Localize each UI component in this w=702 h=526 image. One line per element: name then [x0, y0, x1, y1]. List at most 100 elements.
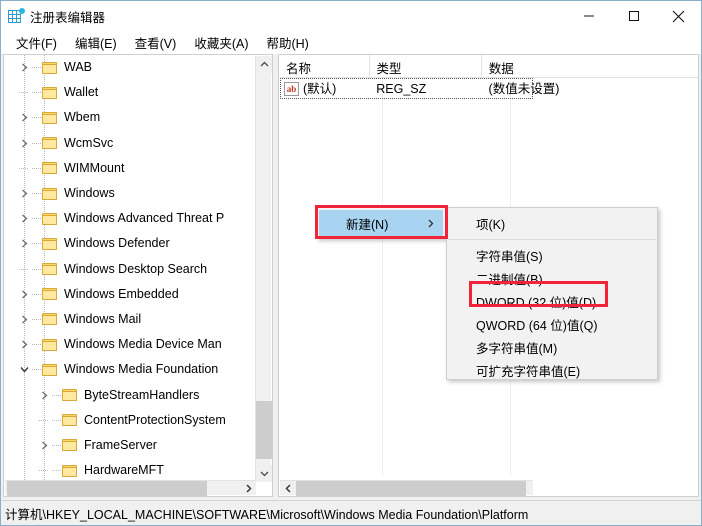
tree-horizontal-scrollbar[interactable] — [5, 480, 256, 496]
registry-editor-window: 注册表编辑器 文件(F) 编辑(E) 查看(V) 收藏夹(A) 帮助(H) WA… — [0, 0, 702, 526]
registry-tree-list[interactable]: WAB Wallet Wbem WcmSvc WIMMount Windows Window… — [4, 55, 256, 483]
tree-item-contentprotectionsystem[interactable]: ContentProtectionSystem — [4, 408, 256, 433]
scroll-down-arrow[interactable] — [256, 465, 272, 482]
menu-item-help[interactable]: 帮助(H) — [257, 31, 317, 55]
tree-item-wcmsvc[interactable]: WcmSvc — [4, 131, 256, 156]
chevron-right-icon[interactable] — [16, 286, 32, 302]
chevron-right-icon[interactable] — [16, 135, 32, 151]
submenu-item-string-value[interactable]: 字符串值(S) — [447, 244, 657, 267]
chevron-down-icon[interactable] — [16, 362, 32, 378]
tree-item-windows-defender[interactable]: Windows Defender — [4, 231, 256, 256]
close-button[interactable] — [656, 1, 701, 31]
folder-icon — [42, 363, 58, 377]
chevron-right-icon[interactable] — [16, 186, 32, 202]
scroll-left-arrow[interactable] — [280, 481, 296, 496]
tree-item-label: Wallet — [64, 85, 99, 100]
tree-item-frameserver[interactable]: FrameServer — [4, 433, 256, 458]
chevron-right-icon[interactable] — [36, 387, 52, 403]
chevron-right-icon[interactable] — [16, 211, 32, 227]
tree-connector — [32, 117, 42, 119]
tree-hscroll-thumb[interactable] — [7, 481, 207, 496]
tree-item-label: Windows Media Foundation — [64, 362, 219, 377]
window-controls — [566, 1, 701, 31]
tree-connector — [32, 318, 42, 320]
tree-item-wab[interactable]: WAB — [4, 55, 256, 80]
tree-leaf-connector — [16, 160, 32, 176]
tree-item-windows-embedded[interactable]: Windows Embedded — [4, 282, 256, 307]
tree-item-windows-media-device-man[interactable]: Windows Media Device Man — [4, 332, 256, 357]
menu-item-file[interactable]: 文件(F) — [7, 31, 66, 55]
tree-item-label: Windows Embedded — [64, 286, 179, 301]
chevron-right-icon[interactable] — [16, 110, 32, 126]
tree-item-wbem[interactable]: Wbem — [4, 105, 256, 130]
chevron-right-icon[interactable] — [16, 236, 32, 252]
registry-tree-pane[interactable]: WAB Wallet Wbem WcmSvc WIMMount Windows Window… — [3, 54, 273, 497]
tree-item-windows[interactable]: Windows — [4, 181, 256, 206]
tree-item-windows-advanced-threat-p[interactable]: Windows Advanced Threat P — [4, 206, 256, 231]
menu-item-favorites[interactable]: 收藏夹(A) — [185, 31, 257, 55]
tree-leaf-connector — [36, 463, 52, 479]
submenu-item-binary-value[interactable]: 二进制值(B) — [447, 267, 657, 290]
submenu-item-dword-32[interactable]: DWORD (32 位)值(D) — [447, 290, 657, 313]
submenu-item-key[interactable]: 项(K) — [447, 212, 657, 235]
tree-connector — [32, 167, 42, 169]
tree-item-label: Windows Media Device Man — [64, 337, 222, 352]
status-bar: 计算机\HKEY_LOCAL_MACHINE\SOFTWARE\Microsof… — [1, 500, 701, 525]
context-menu[interactable]: 新建(N) — [316, 207, 446, 239]
tree-item-bytestreamhandlers[interactable]: ByteStreamHandlers — [4, 382, 256, 407]
folder-icon — [42, 187, 58, 201]
tree-scroll-thumb[interactable] — [256, 401, 272, 459]
column-header-data[interactable]: 数据 — [482, 55, 698, 78]
chevron-right-icon — [427, 217, 434, 231]
submenu-item-qword-64[interactable]: QWORD (64 位)值(Q) — [447, 313, 657, 336]
tree-item-wallet[interactable]: Wallet — [4, 80, 256, 105]
tree-connector — [32, 67, 42, 69]
values-column-header: 名称 类型 数据 — [279, 55, 698, 78]
tree-connector — [52, 470, 62, 472]
submenu-item-expandable-string-value[interactable]: 可扩充字符串值(E) — [447, 359, 657, 382]
tree-item-label: Windows Advanced Threat P — [64, 211, 225, 226]
tree-item-label: WAB — [64, 60, 93, 75]
column-header-name[interactable]: 名称 — [279, 55, 370, 78]
submenu-item-multi-string-value[interactable]: 多字符串值(M) — [447, 336, 657, 359]
tree-item-label: WIMMount — [64, 160, 125, 175]
chevron-right-icon[interactable] — [16, 337, 32, 353]
tree-item-windows-mail[interactable]: Windows Mail — [4, 307, 256, 332]
values-hscroll-thumb[interactable] — [296, 481, 526, 496]
folder-icon — [42, 312, 58, 326]
minimize-button[interactable] — [566, 1, 611, 31]
values-horizontal-scrollbar[interactable] — [280, 480, 533, 496]
tree-item-label: Windows Desktop Search — [64, 261, 208, 276]
folder-icon — [62, 438, 78, 452]
chevron-right-icon[interactable] — [16, 60, 32, 76]
chevron-right-icon[interactable] — [16, 311, 32, 327]
scroll-right-arrow[interactable] — [240, 481, 256, 496]
scroll-up-arrow[interactable] — [256, 56, 272, 73]
tree-item-label: Wbem — [64, 110, 101, 125]
folder-icon — [42, 136, 58, 150]
column-header-type[interactable]: 类型 — [370, 55, 482, 78]
folder-icon — [62, 464, 78, 478]
menu-item-view[interactable]: 查看(V) — [126, 31, 186, 55]
maximize-button[interactable] — [611, 1, 656, 31]
row-focus-ring — [280, 78, 533, 99]
chevron-right-icon[interactable] — [36, 437, 52, 453]
tree-item-wimmount[interactable]: WIMMount — [4, 156, 256, 181]
menu-item-edit[interactable]: 编辑(E) — [66, 31, 126, 55]
tree-vertical-scrollbar[interactable] — [255, 56, 272, 482]
context-submenu[interactable]: 项(K) 字符串值(S) 二进制值(B) DWORD (32 位)值(D) QW… — [446, 207, 658, 380]
context-menu-item-new[interactable]: 新建(N) — [319, 210, 443, 237]
tree-connector — [32, 92, 42, 94]
menu-bar: 文件(F) 编辑(E) 查看(V) 收藏夹(A) 帮助(H) — [1, 31, 701, 54]
tree-item-windows-media-foundation[interactable]: Windows Media Foundation — [4, 357, 256, 382]
tree-item-windows-desktop-search[interactable]: Windows Desktop Search — [4, 257, 256, 282]
table-row[interactable]: ab (默认) REG_SZ (数值未设置) — [279, 78, 698, 100]
folder-icon — [42, 161, 58, 175]
